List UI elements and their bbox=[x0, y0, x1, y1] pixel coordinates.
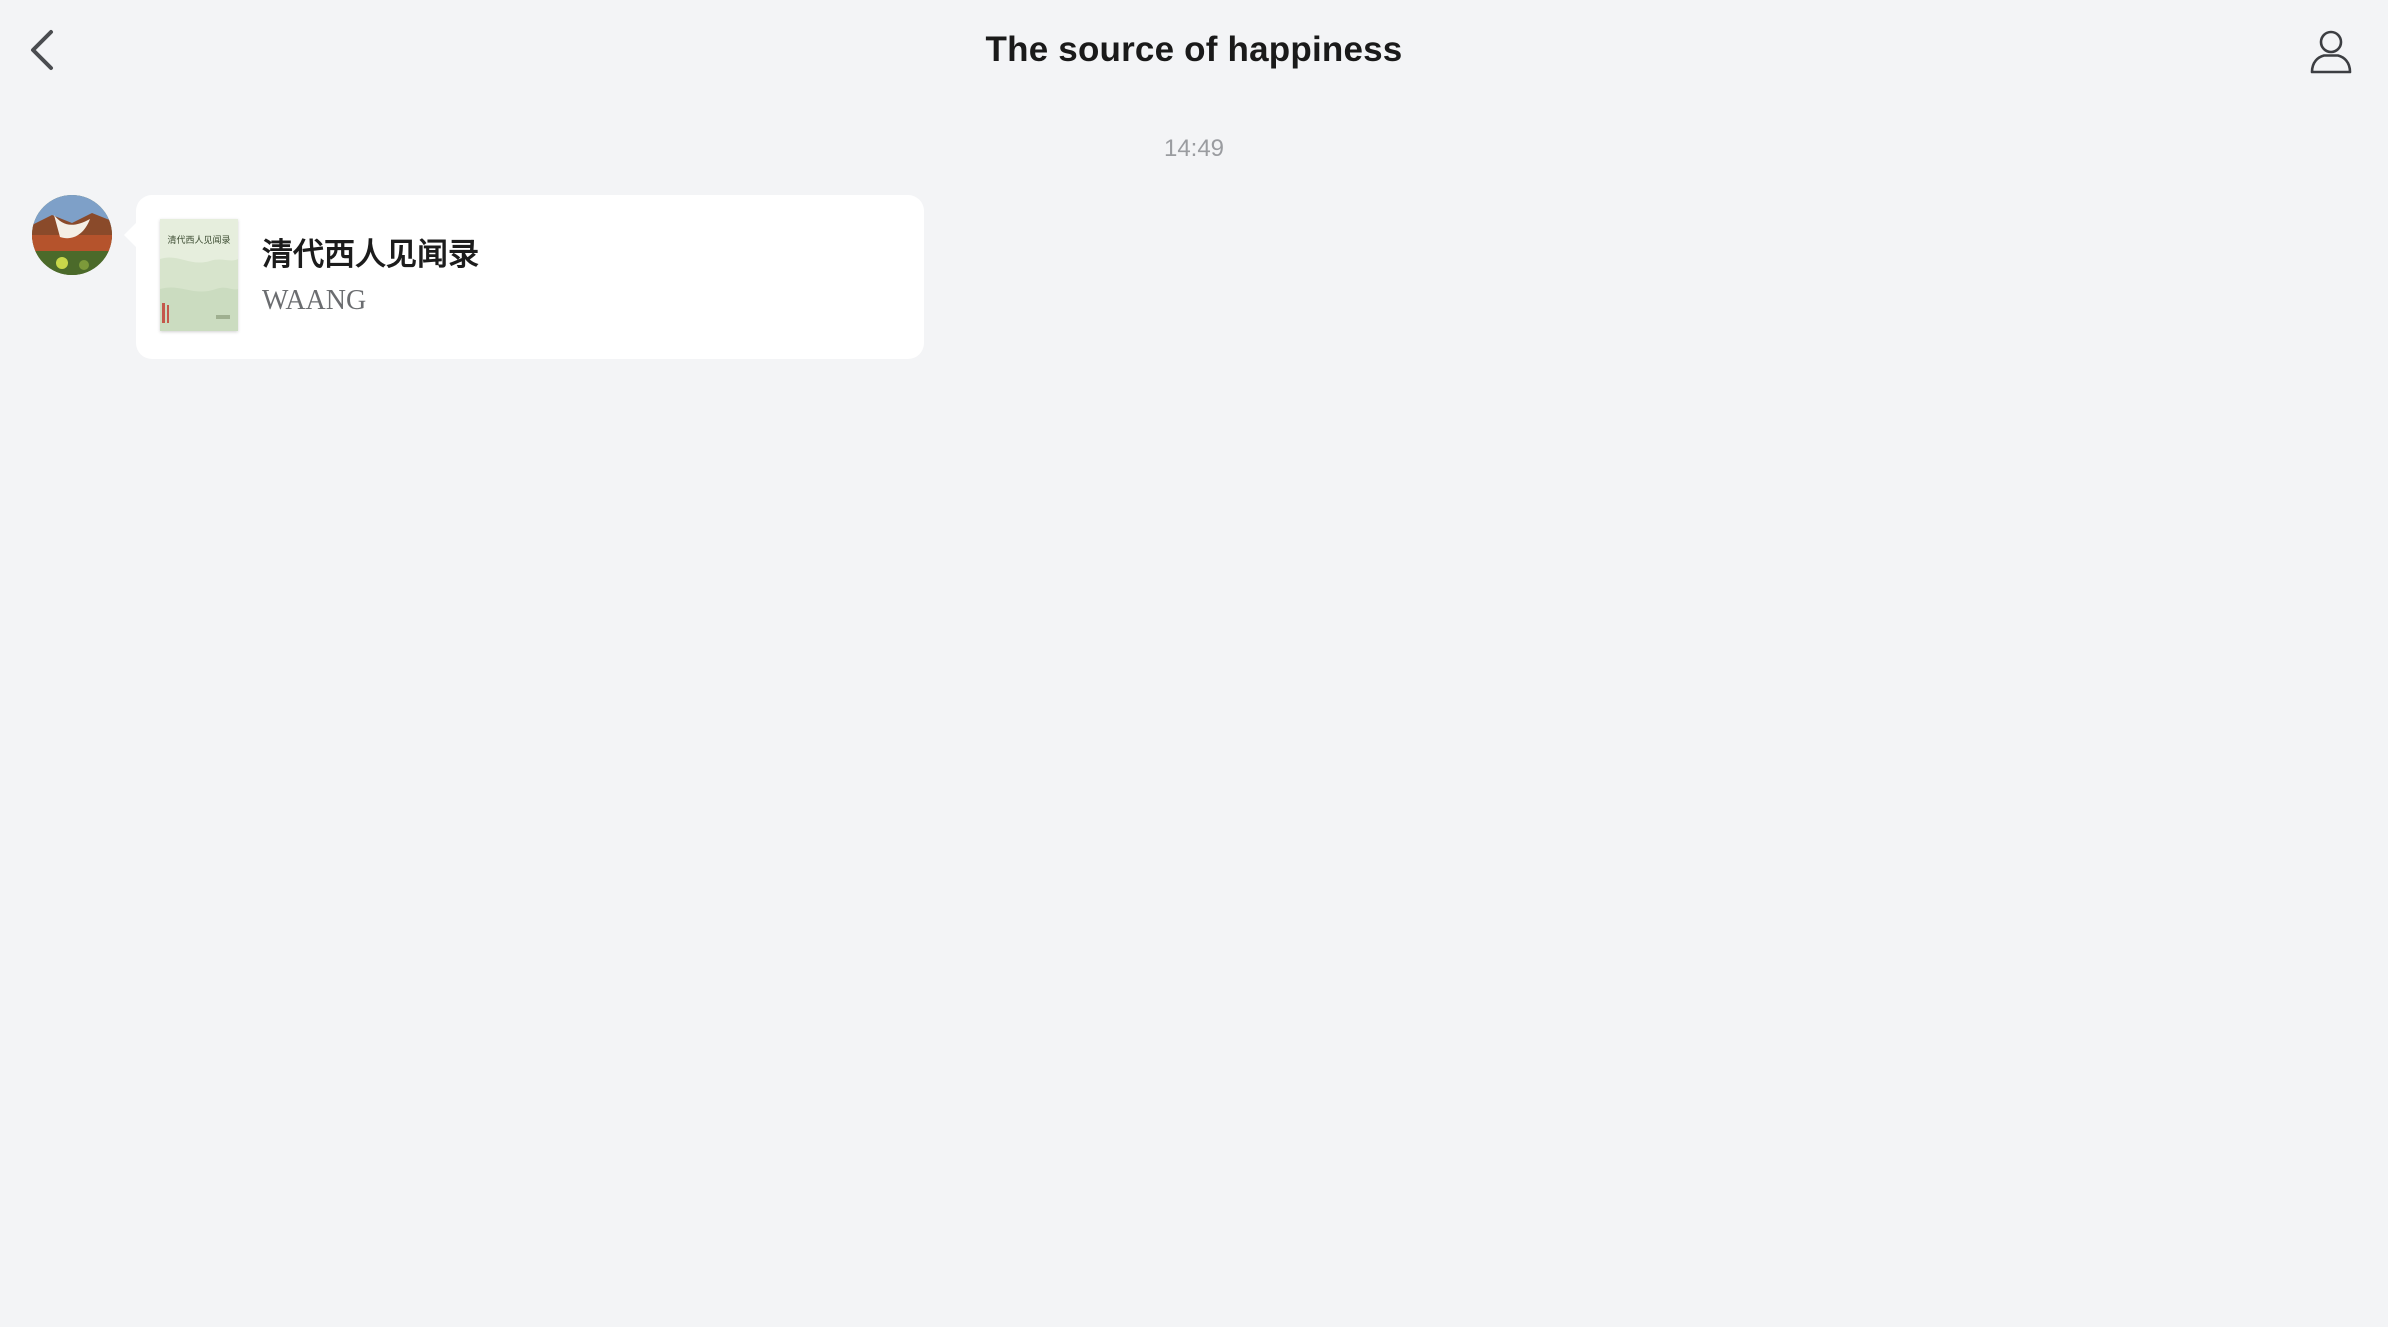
person-outline-icon bbox=[2310, 30, 2352, 74]
book-cover-image: 清代西人见闻录 bbox=[160, 219, 238, 331]
profile-button[interactable] bbox=[2300, 20, 2362, 82]
avatar-image bbox=[32, 195, 112, 275]
sender-avatar[interactable] bbox=[32, 195, 112, 275]
book-title: 清代西人见闻录 bbox=[262, 237, 479, 273]
page-title: The source of happiness bbox=[985, 30, 1403, 69]
book-cover-title: 清代西人见闻录 bbox=[167, 234, 230, 246]
book-share-card[interactable]: 清代西人见闻录 清代西人见闻录 WAANG bbox=[124, 195, 924, 359]
book-cover: 清代西人见闻录 bbox=[160, 219, 238, 331]
nav-bar: The source of happiness bbox=[0, 0, 2388, 100]
book-author: WAANG bbox=[262, 285, 367, 316]
chat-screen: The source of happiness 14:49 清代西人见闻录 清代… bbox=[0, 0, 2388, 1327]
message-row: 清代西人见闻录 清代西人见闻录 WAANG bbox=[32, 195, 932, 365]
message-timestamp: 14:49 bbox=[1163, 135, 1225, 162]
